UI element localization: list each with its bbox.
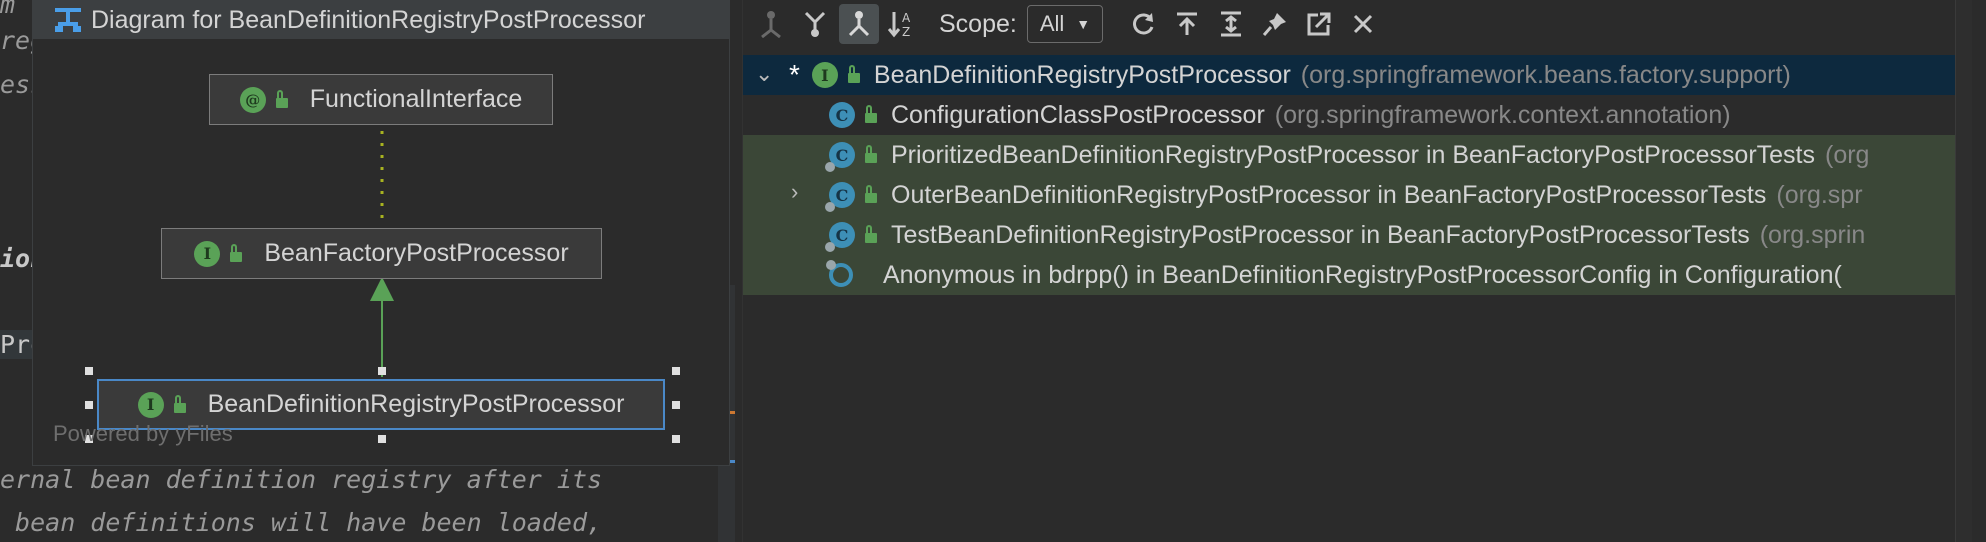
lock-icon	[865, 185, 877, 203]
lock-icon	[847, 65, 860, 83]
export-button[interactable]	[1167, 4, 1207, 44]
pin-icon	[1263, 13, 1287, 36]
node-label: BeanFactoryPostProcessor	[264, 239, 569, 267]
test-class-icon: C	[825, 182, 855, 212]
interface-badge-icon: I	[811, 62, 838, 88]
package-name: (org.sprin	[1759, 220, 1866, 249]
tree-row[interactable]: › C OuterBeanDefinitionRegistryPostProce…	[743, 175, 1972, 215]
node-label: BeanDefinitionRegistryPostProcessor	[207, 390, 625, 418]
chevron-down-icon[interactable]: ⌄	[755, 61, 773, 87]
anonymous-class-icon	[826, 260, 853, 287]
node-bean-factory-post-processor[interactable]: I BeanFactoryPostProcessor	[161, 228, 602, 279]
lock-icon	[865, 105, 877, 123]
type-name: Anonymous in bdrpp() in BeanDefinitionRe…	[883, 260, 1842, 289]
subtypes-icon	[848, 11, 870, 37]
powered-by-label: Powered by yFiles	[53, 421, 233, 446]
resize-handle[interactable]	[672, 435, 680, 443]
diagram-popup: Diagram for BeanDefinitionRegistryPostPr…	[32, 0, 730, 466]
resize-handle[interactable]	[378, 435, 386, 443]
type-hierarchy-icon	[761, 11, 781, 38]
package-name: (org.springframework.beans.factory.suppo…	[1300, 60, 1791, 89]
export-icon	[1177, 12, 1198, 35]
hierarchy-toolbar: AZ Scope: All ▼	[743, 0, 1972, 48]
resize-handle[interactable]	[672, 367, 680, 375]
code-comment-line: ernal bean definition registry after its	[0, 465, 603, 494]
tree-root-row[interactable]: ⌄ * I BeanDefinitionRegistryPostProcesso…	[743, 55, 1972, 95]
interface-badge-icon: I	[194, 240, 221, 267]
scope-value: All	[1039, 11, 1065, 36]
tree-row[interactable]: C ConfigurationClassPostProcessor (org.s…	[743, 95, 1972, 135]
lock-icon	[865, 225, 877, 243]
resize-handle[interactable]	[378, 367, 386, 375]
lock-icon	[173, 394, 186, 413]
type-hierarchy-button[interactable]	[751, 4, 791, 44]
tree-row[interactable]: Anonymous in bdrpp() in BeanDefinitionRe…	[743, 255, 1972, 295]
code-comment-line: bean definitions will have been loaded,	[0, 508, 603, 537]
expand-all-button[interactable]	[1211, 4, 1251, 44]
test-class-icon: C	[825, 142, 855, 172]
open-external-icon	[1307, 12, 1331, 36]
type-name: ConfigurationClassPostProcessor	[891, 100, 1265, 129]
open-in-window-button[interactable]	[1299, 4, 1339, 44]
package-name: (org.springframework.context.annotation)	[1274, 100, 1731, 129]
base-marker: *	[789, 59, 800, 90]
node-functional-interface[interactable]: @ FunctionalInterface	[209, 74, 553, 125]
package-name: (org	[1825, 140, 1870, 169]
sort-alpha-icon: AZ	[888, 11, 911, 38]
test-marker-icon	[825, 202, 835, 212]
annotation-badge-icon: @	[239, 86, 266, 113]
package-name: (org.spr	[1776, 180, 1863, 209]
expand-all-icon	[1221, 11, 1242, 37]
tree-row[interactable]: C PrioritizedBeanDefinitionRegistryPostP…	[743, 135, 1972, 175]
chevron-down-icon: ▼	[1076, 16, 1091, 32]
svg-text:Z: Z	[902, 25, 910, 38]
interface-badge-icon: I	[137, 391, 164, 418]
type-name: TestBeanDefinitionRegistryPostProcessor …	[891, 220, 1750, 249]
supertypes-icon	[804, 11, 826, 37]
type-name: BeanDefinitionRegistryPostProcessor	[873, 60, 1291, 89]
resize-handle[interactable]	[672, 401, 680, 409]
node-label: FunctionalInterface	[309, 85, 523, 113]
scope-dropdown[interactable]: All ▼	[1026, 5, 1104, 43]
type-name: PrioritizedBeanDefinitionRegistryPostPro…	[891, 140, 1815, 169]
type-name: OuterBeanDefinitionRegistryPostProcessor…	[891, 180, 1767, 209]
hierarchy-panel: AZ Scope: All ▼ ⌄ * I BeanDefinitionRegi…	[742, 0, 1972, 542]
test-class-icon: C	[825, 222, 855, 252]
scope-label: Scope:	[939, 9, 1017, 38]
refresh-icon	[1133, 13, 1154, 35]
sort-alphabetically-button[interactable]: AZ	[883, 4, 923, 44]
tree-row[interactable]: C TestBeanDefinitionRegistryPostProcesso…	[743, 215, 1972, 255]
inheritance-arrowhead	[370, 277, 394, 301]
lock-icon	[230, 243, 243, 262]
refresh-button[interactable]	[1123, 4, 1163, 44]
resize-handle[interactable]	[85, 401, 93, 409]
subtypes-button[interactable]	[839, 4, 879, 44]
code-fragment: m	[0, 0, 16, 19]
test-marker-icon	[825, 162, 835, 172]
test-marker-icon	[825, 242, 835, 252]
chevron-right-icon[interactable]: ›	[791, 179, 798, 205]
resize-handle[interactable]	[85, 367, 93, 375]
class-badge-icon: C	[829, 102, 855, 128]
panel-scrollbar[interactable]	[1955, 0, 1972, 542]
lock-icon	[865, 145, 877, 163]
supertypes-button[interactable]	[795, 4, 835, 44]
svg-text:A: A	[902, 11, 911, 25]
close-icon	[1354, 14, 1373, 34]
lock-icon	[275, 89, 288, 108]
close-button[interactable]	[1343, 4, 1383, 44]
pin-button[interactable]	[1255, 4, 1295, 44]
test-marker-icon	[826, 260, 836, 270]
